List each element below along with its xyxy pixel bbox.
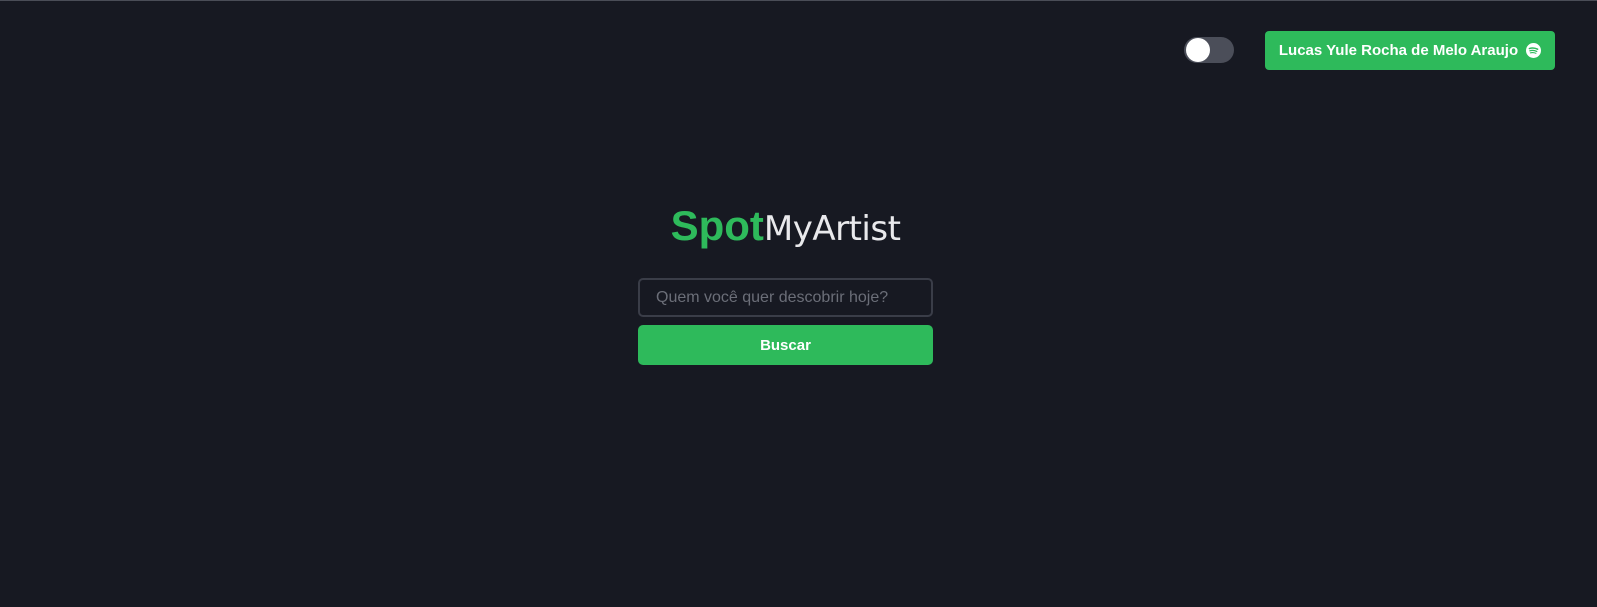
search-button[interactable]: Buscar [638, 325, 933, 365]
logo-myartist-text: MyArtist [763, 209, 901, 249]
search-input[interactable] [638, 278, 933, 317]
spotify-user-button[interactable]: Lucas Yule Rocha de Melo Araujo [1265, 31, 1555, 70]
spotify-icon [1526, 43, 1542, 58]
toggle-knob [1186, 38, 1210, 62]
user-name-label: Lucas Yule Rocha de Melo Araujo [1278, 42, 1519, 59]
top-border [0, 0, 1597, 1]
logo-spot-text: Spot [670, 202, 764, 249]
theme-toggle[interactable] [1184, 37, 1234, 63]
app-logo: SpotMyArtist [0, 198, 1571, 257]
